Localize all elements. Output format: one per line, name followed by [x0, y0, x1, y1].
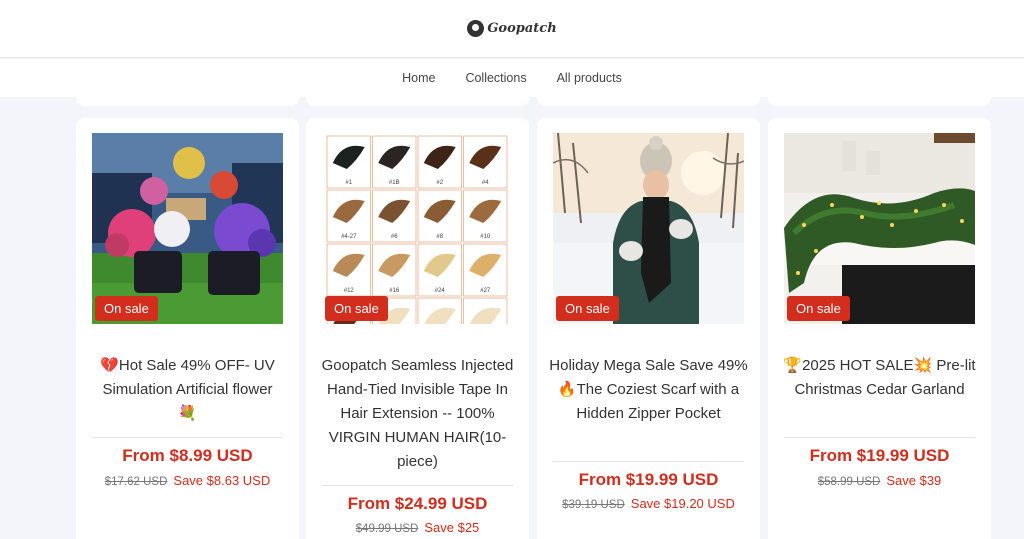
swatch-label: #24	[435, 288, 446, 294]
logo-mark-icon	[467, 20, 485, 37]
product-price: From $19.99 USD	[578, 470, 719, 489]
broken-heart-icon: 💔	[100, 357, 119, 374]
trophy-icon: 🏆	[783, 357, 803, 374]
nav-collections[interactable]: Collections	[465, 71, 526, 85]
swatch-label: #4	[482, 180, 489, 186]
hair-color-swatches-image[interactable]: #1 #1B #2 #4 #4-27 #6 #8 #10 #12 #16 #24 #27 On sal…	[322, 133, 513, 324]
swatch-label: #1B	[389, 180, 400, 186]
price-compare: $58.99 USD Save $39	[780, 473, 979, 488]
swatch-label: #16	[389, 288, 400, 294]
site-header: Goopatch	[0, 0, 1024, 58]
product-title[interactable]: 💔Hot Sale 49% OFF- UV Simulation Artific…	[88, 354, 287, 426]
on-sale-badge: On sale	[556, 296, 619, 321]
original-price: $49.99 USD	[355, 523, 419, 535]
on-sale-badge: On sale	[95, 296, 158, 321]
logo[interactable]: Goopatch	[467, 20, 557, 37]
flower-planters-image[interactable]: On sale	[92, 133, 283, 324]
save-amount: Save $8.63 USD	[173, 473, 271, 488]
fire-icon: 🔥	[557, 381, 577, 398]
on-sale-badge: On sale	[787, 296, 850, 321]
price-compare: $39.19 USD Save $19.20 USD	[549, 496, 748, 511]
divider	[92, 437, 283, 438]
logo-text: Goopatch	[487, 21, 557, 36]
previous-row-card	[768, 97, 991, 106]
save-amount: Save $19.20 USD	[630, 496, 735, 511]
product-price: From $24.99 USD	[347, 494, 488, 513]
nav-all-products[interactable]: All products	[557, 71, 622, 85]
swatch-label: #6	[391, 234, 398, 240]
swatch-label: #1	[345, 180, 352, 186]
on-sale-badge: On sale	[325, 296, 388, 321]
swatch-label: #8	[436, 234, 443, 240]
christmas-garland-image[interactable]: On sale	[784, 133, 975, 324]
original-price: $58.99 USD	[817, 476, 881, 488]
original-price: $17.62 USD	[104, 476, 168, 488]
save-amount: Save $25	[424, 520, 480, 535]
product-title[interactable]: Goopatch Seamless Injected Hand-Tied Inv…	[318, 354, 517, 474]
previous-row-card	[76, 97, 299, 106]
divider	[553, 461, 744, 462]
product-title[interactable]: 🏆2025 HOT SALE💥 Pre-lit Christmas Cedar …	[780, 354, 979, 402]
product-card[interactable]: On sale Holiday Mega Sale Save 49%🔥The C…	[537, 118, 760, 539]
swatch-label: #27	[480, 288, 491, 294]
product-price: From $8.99 USD	[122, 446, 253, 465]
divider	[784, 437, 975, 438]
save-amount: Save $39	[886, 473, 942, 488]
previous-row-card	[537, 97, 760, 106]
collision-icon: 💥	[913, 357, 933, 374]
divider	[322, 485, 513, 486]
swatch-label: #10	[480, 234, 491, 240]
swatch-label: #4-27	[341, 234, 357, 240]
bouquet-icon: 💐	[178, 405, 197, 422]
nav-home[interactable]: Home	[402, 71, 435, 85]
product-price: From $19.99 USD	[809, 446, 950, 465]
price-compare: $49.99 USD Save $25	[318, 520, 517, 535]
swatch-label: #12	[344, 288, 355, 294]
product-card[interactable]: On sale 🏆2025 HOT SALE💥 Pre-lit Christma…	[768, 118, 991, 539]
previous-row-card	[306, 97, 529, 106]
main-nav: Home Collections All products	[0, 59, 1024, 97]
product-card[interactable]: On sale 💔Hot Sale 49% OFF- UV Simulation…	[76, 118, 299, 539]
woman-scarf-snow-image[interactable]: On sale	[553, 133, 744, 324]
swatch-label: #2	[436, 180, 443, 186]
product-title[interactable]: Holiday Mega Sale Save 49%🔥The Coziest S…	[549, 354, 748, 426]
product-card[interactable]: #1 #1B #2 #4 #4-27 #6 #8 #10 #12 #16 #24 #27 On sal…	[306, 118, 529, 539]
original-price: $39.19 USD	[562, 499, 625, 511]
price-compare: $17.62 USD Save $8.63 USD	[88, 473, 287, 488]
